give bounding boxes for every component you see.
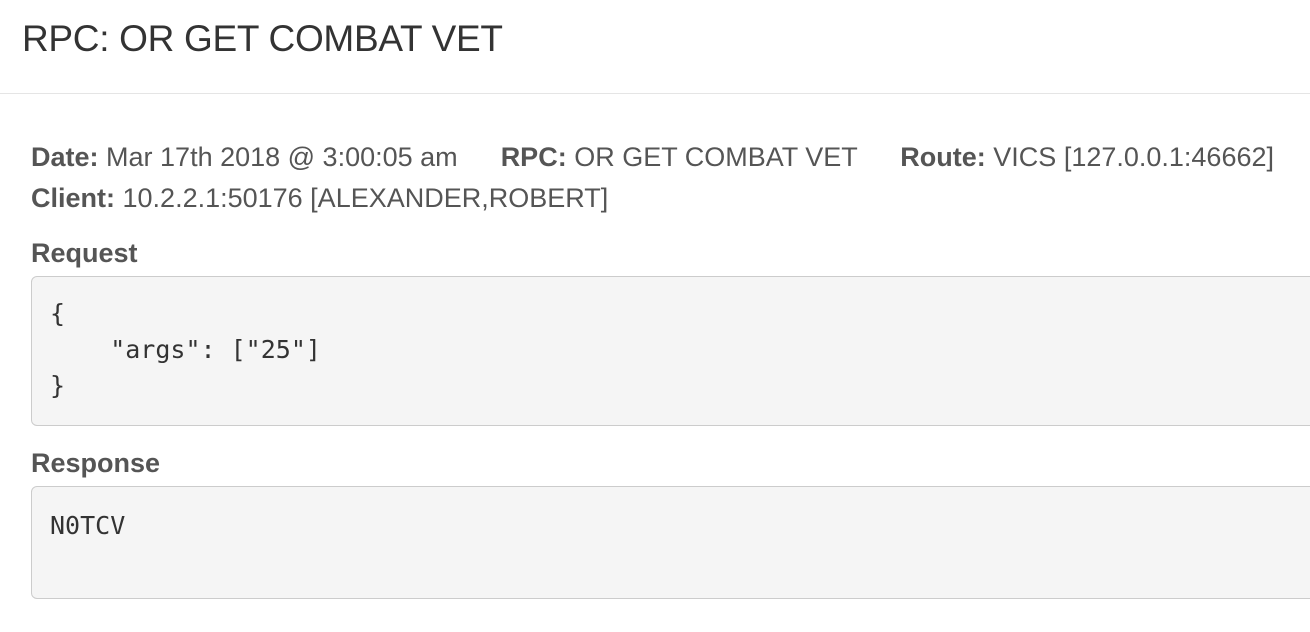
metadata-line-2: Client: 10.2.2.1:50176 [ALEXANDER,ROBERT…	[31, 178, 1274, 219]
rpc-label: RPC:	[500, 142, 567, 172]
request-code-block[interactable]: { "args": ["25"] }	[31, 276, 1310, 426]
route-value: VICS [127.0.0.1:46662]	[993, 142, 1275, 172]
rpc-value: OR GET COMBAT VET	[574, 142, 858, 172]
metadata-line-1: Date: Mar 17th 2018 @ 3:00:05 am RPC: OR…	[31, 137, 1274, 178]
page-title: RPC: OR GET COMBAT VET	[22, 18, 503, 59]
rpc-metadata: Date: Mar 17th 2018 @ 3:00:05 am RPC: OR…	[31, 137, 1274, 219]
response-code-block[interactable]: N0TCV	[31, 486, 1310, 599]
request-heading: Request	[31, 238, 138, 268]
date-label: Date:	[31, 142, 99, 172]
response-heading: Response	[31, 448, 161, 478]
page-header: RPC: OR GET COMBAT VET	[0, 0, 1310, 94]
route-label: Route:	[900, 142, 986, 172]
date-value: Mar 17th 2018 @ 3:00:05 am	[106, 142, 458, 172]
client-value: 10.2.2.1:50176 [ALEXANDER,ROBERT]	[122, 183, 609, 213]
client-label: Client:	[31, 183, 115, 213]
